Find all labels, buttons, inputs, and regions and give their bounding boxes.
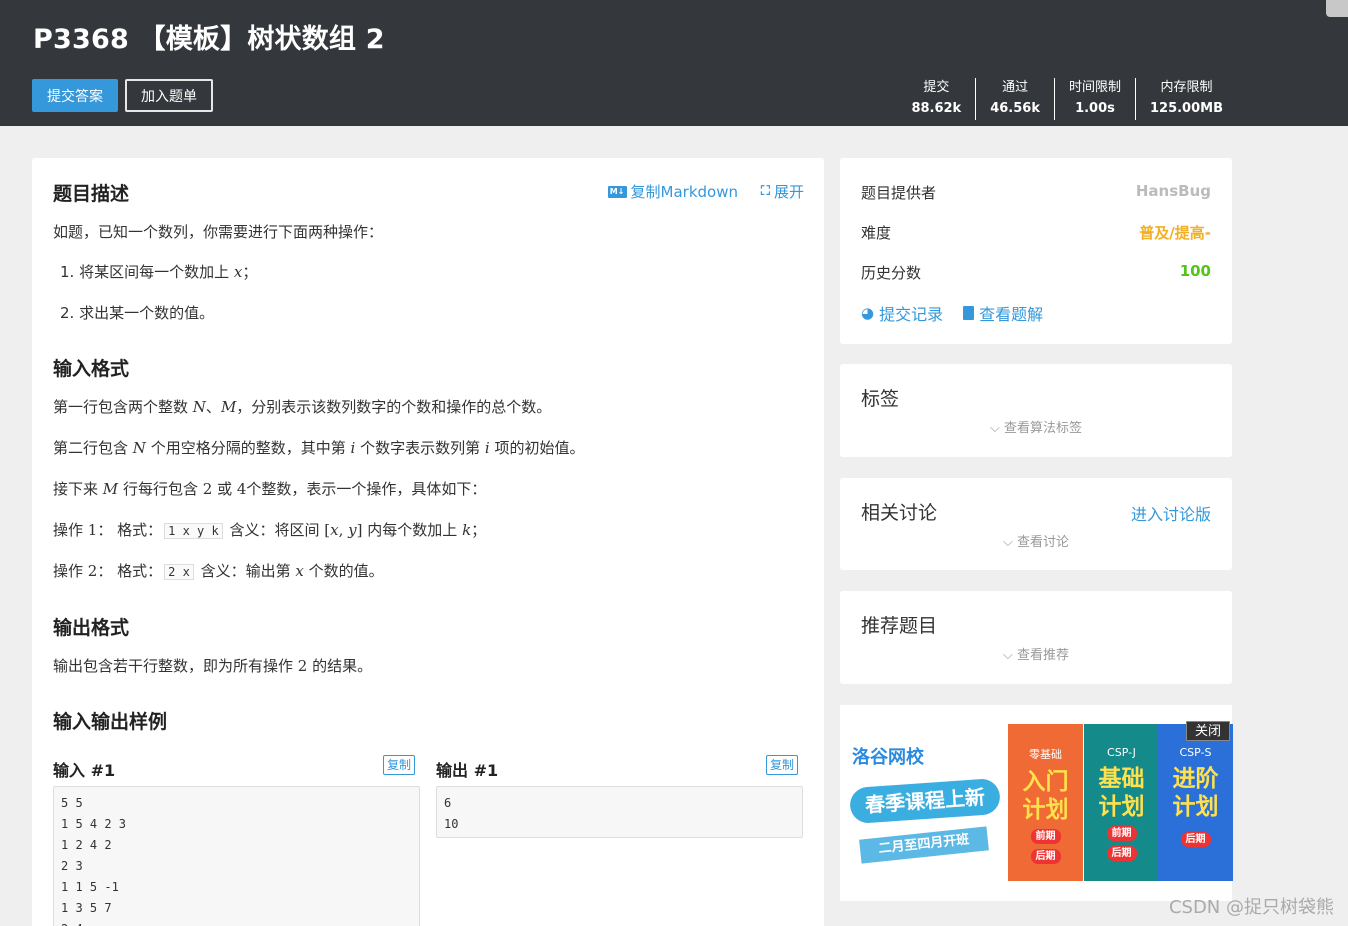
- markdown-icon: M↓: [607, 185, 627, 198]
- ad-logo: 洛谷网校: [852, 747, 924, 768]
- ad-column-advanced: CSP-S 进阶 计划 后期: [1158, 724, 1233, 881]
- sample-input-label: 输入 #1: [53, 761, 116, 780]
- recommend-title: 推荐题目: [861, 615, 938, 637]
- history-score: 100: [1179, 262, 1211, 280]
- output-text: 输出包含若干行整数，即为所有操作 2 的结果。: [53, 657, 373, 675]
- tags-card: 标签 ⌵ 查看算法标签: [840, 364, 1232, 457]
- sample-input-box[interactable]: 5 5 1 5 4 2 3 1 2 4 2 2 3 1 1 5 -1 1 3 5…: [53, 786, 420, 926]
- operation-2-line: 操作 2： 格式： 2 x 含义：输出第 x 个数的值。: [53, 562, 384, 580]
- problem-card: 题目描述 M↓ 复制Markdown ⛶ 展开 如题，已知一个数列，你需要进行下…: [32, 158, 824, 926]
- input-line-1: 第一行包含两个整数 N、M，分别表示该数列数字的个数和操作的总个数。: [53, 398, 552, 416]
- stat-time-limit: 时间限制 1.00s: [1053, 78, 1135, 120]
- samples-heading: 输入输出样例: [53, 711, 168, 733]
- ad-column-basic: CSP-J 基础 计划 前期 后期: [1084, 724, 1159, 881]
- discussion-card: 相关讨论 进入讨论版 ⌵ 查看讨论: [840, 478, 1232, 570]
- view-tags-toggle[interactable]: ⌵ 查看算法标签: [840, 417, 1232, 436]
- chevron-down-icon: ⌵: [1002, 648, 1013, 663]
- view-discussion-toggle[interactable]: ⌵ 查看讨论: [840, 531, 1232, 550]
- ad-subtitle: 二月至四月开班: [859, 826, 989, 864]
- input-format-heading: 输入格式: [53, 358, 130, 380]
- ad-banner[interactable]: 洛谷网校 春季课程上新 二月至四月开班 零基础 入门 计划 前期 后期 CSP-…: [840, 705, 1233, 901]
- copy-input-button[interactable]: 复制: [383, 755, 416, 775]
- input-line-2: 第二行包含 N 个用空格分隔的整数，其中第 i 个数字表示数列第 i 项的初始值…: [53, 439, 585, 457]
- input-line-3: 接下来 M 行每行包含 2 或 4个整数，表示一个操作，具体如下：: [53, 480, 487, 498]
- pie-chart-icon: ◕: [861, 304, 875, 322]
- ad-headline: 春季课程上新: [848, 777, 1002, 825]
- stat-memory-limit: 内存限制 125.00MB: [1134, 78, 1237, 120]
- submission-records-link[interactable]: ◕ 提交记录: [861, 301, 943, 325]
- sample-output-label: 输出 #1: [436, 761, 499, 780]
- watermark: CSDN @捉只树袋熊: [1168, 897, 1334, 918]
- difficulty-badge: 普及/提高-: [1139, 224, 1211, 242]
- scrollbar-thumb[interactable]: [1326, 0, 1348, 17]
- expand-icon: ⛶: [760, 184, 770, 199]
- discussion-title: 相关讨论: [861, 502, 938, 524]
- view-solutions-link[interactable]: 查看题解: [963, 301, 1043, 325]
- tags-title: 标签: [861, 388, 900, 410]
- intro-text: 如题，已知一个数列，你需要进行下面两种操作：: [53, 223, 384, 241]
- recommend-card: 推荐题目 ⌵ 查看推荐: [840, 591, 1232, 684]
- op-list-item-2: 2. 求出某一个数的值。: [60, 304, 215, 322]
- ad-column-beginner: 零基础 入门 计划 前期 后期: [1008, 724, 1083, 881]
- problem-header: P3368 【模板】树状数组 2 提交答案 加入题单 提交 88.62k 通过 …: [0, 0, 1348, 126]
- copy-output-button[interactable]: 复制: [766, 755, 799, 775]
- problem-stats: 提交 88.62k 通过 46.56k 时间限制 1.00s 内存限制 125.…: [897, 78, 1237, 120]
- stat-accepted: 通过 46.56k: [975, 78, 1054, 120]
- operation-1-line: 操作 1： 格式： 1 x y k 含义：将区间 [x, y] 内每个数加上 k；: [53, 521, 487, 539]
- output-format-heading: 输出格式: [53, 617, 130, 639]
- difficulty-row: 难度 普及/提高-: [861, 224, 1211, 242]
- problem-info-card: 题目提供者 HansBug 难度 普及/提高- 历史分数 100 ◕ 提交记录 …: [840, 158, 1232, 344]
- provider-link[interactable]: HansBug: [1136, 182, 1211, 203]
- description-heading: 题目描述: [53, 183, 130, 205]
- page-title: P3368 【模板】树状数组 2: [33, 24, 385, 55]
- expand-link[interactable]: ⛶ 展开: [761, 181, 804, 202]
- chevron-down-icon: ⌵: [989, 421, 1000, 436]
- history-score-row: 历史分数 100: [861, 262, 1211, 282]
- stat-submissions: 提交 88.62k: [911, 80, 962, 116]
- enter-discussion-link[interactable]: 进入讨论版: [1131, 501, 1211, 525]
- ad-close-button[interactable]: 关闭: [1186, 721, 1230, 741]
- view-recommend-toggle[interactable]: ⌵ 查看推荐: [840, 644, 1232, 663]
- sample-output-box[interactable]: 6 10: [436, 786, 803, 838]
- chevron-down-icon: ⌵: [1002, 535, 1013, 550]
- op-list-item-1: 1. 将某区间每一个数加上 x；: [60, 263, 258, 281]
- provider-row: 题目提供者 HansBug: [861, 182, 1211, 203]
- copy-markdown-link[interactable]: M↓ 复制Markdown: [607, 181, 738, 202]
- submit-answer-button[interactable]: 提交答案: [32, 79, 118, 112]
- add-to-list-button[interactable]: 加入题单: [125, 79, 213, 112]
- book-icon: [963, 306, 975, 320]
